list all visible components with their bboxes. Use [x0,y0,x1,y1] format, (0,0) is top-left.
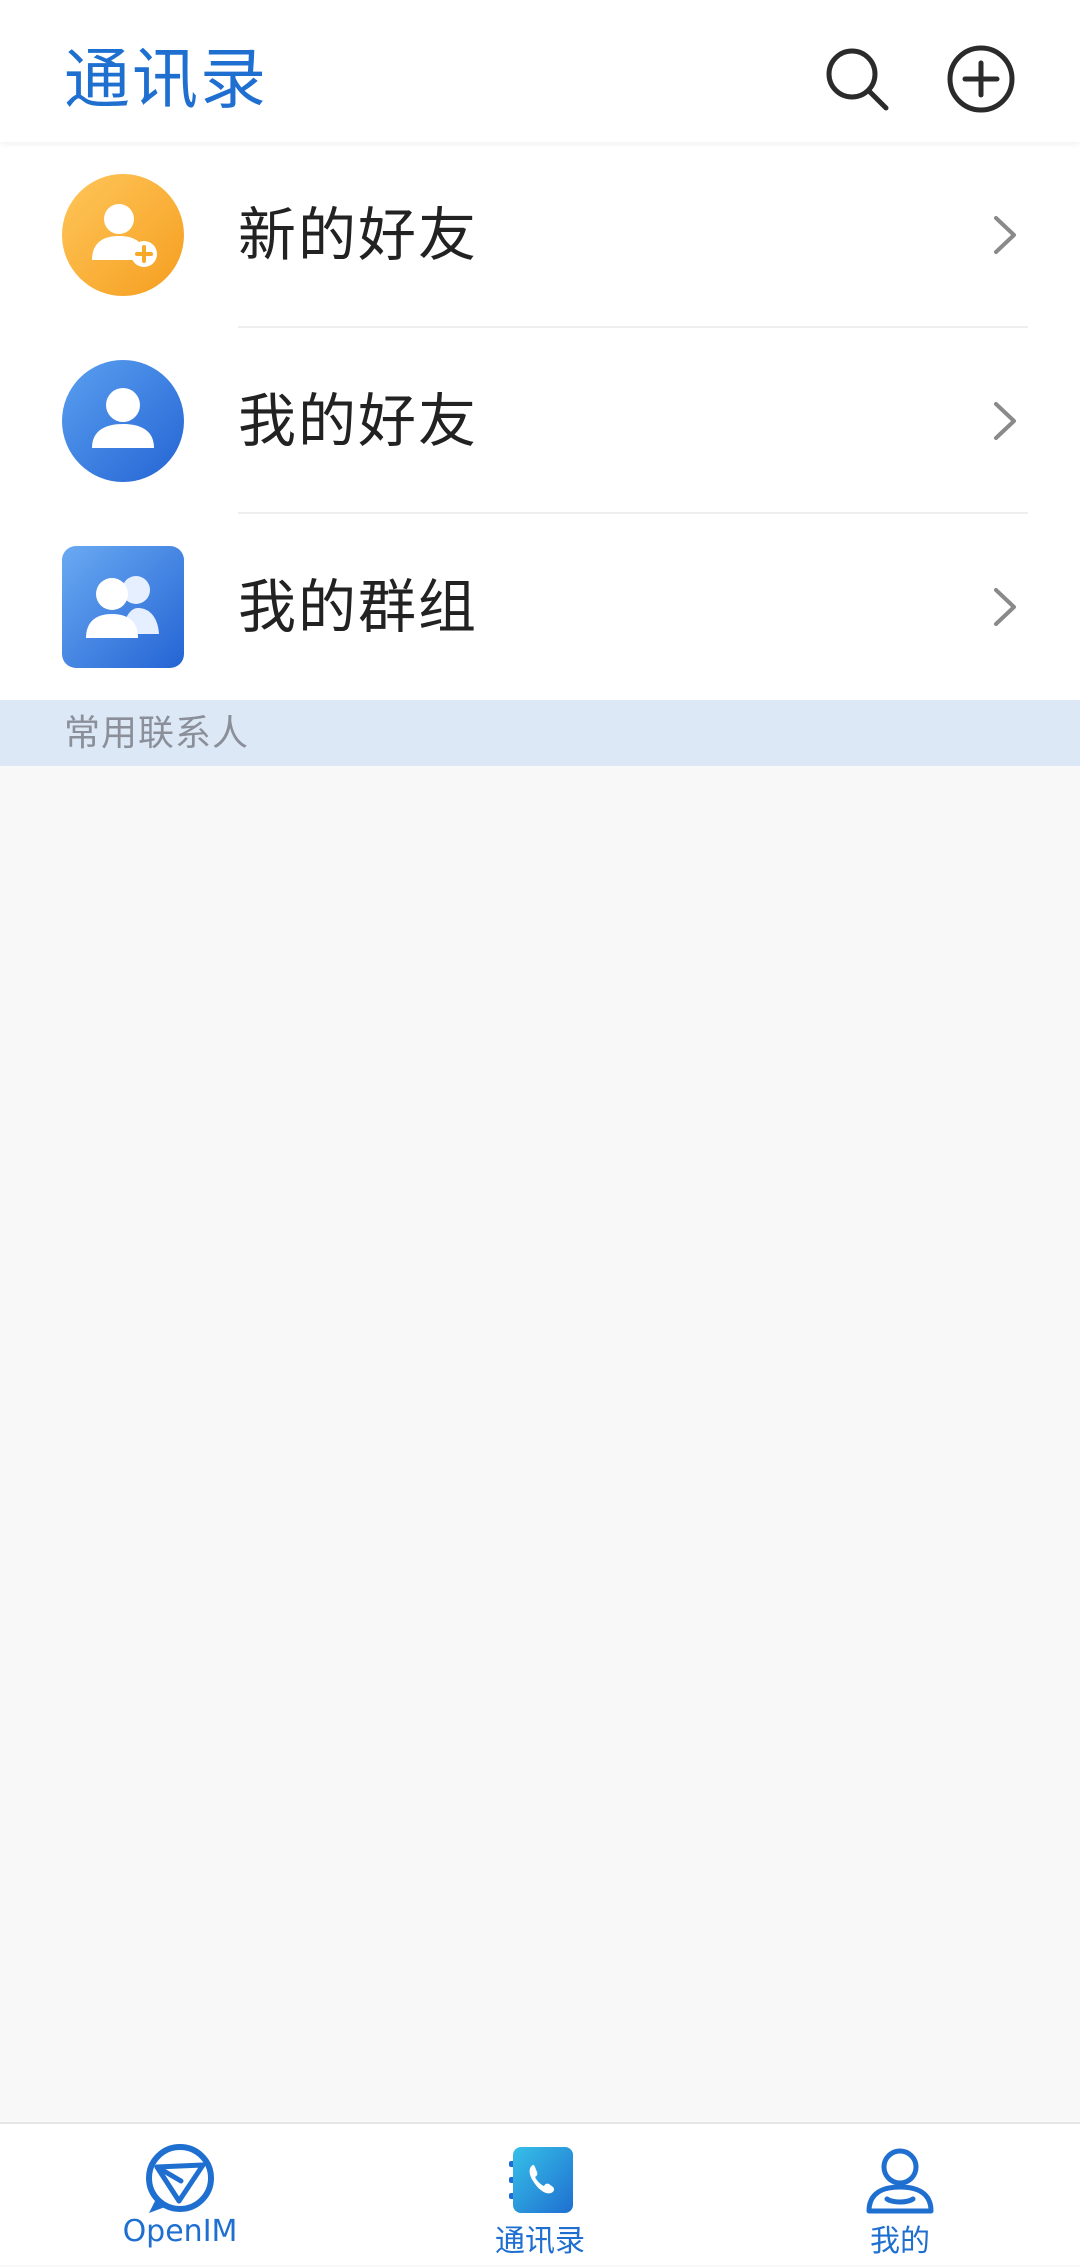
user-icon [62,360,184,482]
tab-label: 通讯录 [495,2224,585,2259]
group-icon [62,546,184,668]
tab-icon [140,2140,220,2220]
menu-item-label: 我的好友 [238,387,479,455]
bottom-tab-bar: OpenIM 通讯录 我的 [0,2122,1080,2265]
my-friends-avatar [62,360,184,482]
add-user-icon [62,174,184,296]
contacts-phone-icon [509,2147,573,2213]
contacts-screen: 通讯录 新的好友 我的好友 我的群组 常用联系人 OpenIM 通讯录 我的 [0,0,1080,2265]
plus-circle-icon [947,45,1015,113]
menu-item-new-friends[interactable]: 新的好友 [0,142,1080,328]
menu-item-label: 新的好友 [238,201,479,269]
tab-label: OpenIM [122,2214,238,2249]
chevron-right-icon [994,588,1016,626]
page-title: 通讯录 [64,41,268,118]
section-title: 常用联系人 [64,713,250,754]
menu-item-label: 我的群组 [238,573,479,641]
menu-item-my-friends[interactable]: 我的好友 [0,328,1080,514]
search-button[interactable] [818,40,896,118]
search-icon [826,48,889,111]
tab-me[interactable]: 我的 [720,2124,1080,2267]
menu-item-my-groups[interactable]: 我的群组 [0,514,1080,700]
tab-openim[interactable]: OpenIM [0,2124,360,2267]
tab-icon [860,2140,940,2220]
chevron-right-icon [994,216,1016,254]
top-bar: 通讯录 [0,0,1080,142]
my-groups-avatar [62,546,184,668]
frequent-contacts-header: 常用联系人 [0,700,1080,766]
tab-contacts[interactable]: 通讯录 [360,2124,720,2267]
profile-icon [866,2148,934,2214]
contacts-menu: 新的好友 我的好友 我的群组 [0,142,1080,700]
new-friends-avatar [62,174,184,296]
chevron-right-icon [994,402,1016,440]
tab-label: 我的 [870,2224,930,2259]
openim-logo-icon [146,2144,214,2213]
frequent-contacts-list [0,766,1080,2122]
add-button[interactable] [942,40,1020,118]
tab-icon [500,2140,580,2220]
